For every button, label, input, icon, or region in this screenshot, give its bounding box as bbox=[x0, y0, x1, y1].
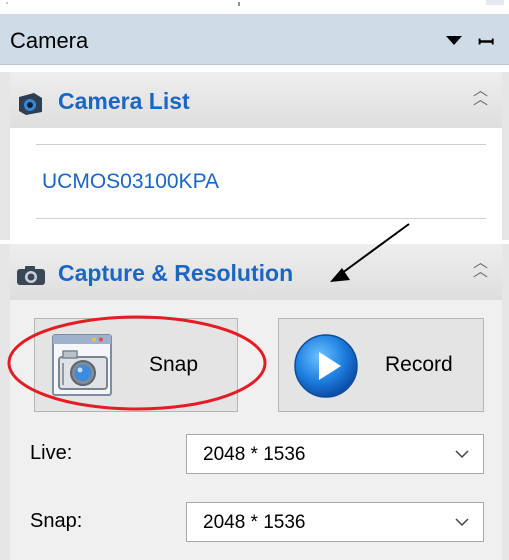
snap-button[interactable]: Snap bbox=[34, 318, 238, 412]
divider bbox=[36, 218, 486, 219]
live-resolution-select[interactable]: 2048 * 1536 bbox=[186, 434, 484, 474]
panel-title: Camera bbox=[10, 28, 89, 53]
camera-list-header[interactable]: Camera List ︿ ︿ bbox=[10, 72, 502, 128]
collapse-icon[interactable]: ︿ ︿ bbox=[473, 83, 488, 107]
record-button[interactable]: Record bbox=[278, 318, 484, 412]
camera-icon bbox=[17, 266, 45, 285]
pin-icon[interactable]: ꟷ bbox=[478, 28, 494, 55]
live-resolution-value: 2048 * 1536 bbox=[203, 444, 306, 465]
capture-resolution-panel: Capture & Resolution ︿ ︿ Snap Record Liv… bbox=[0, 244, 509, 560]
camera-panel-titlebar[interactable]: Camera ꟷ bbox=[0, 14, 509, 65]
dropdown-arrow-icon[interactable] bbox=[446, 36, 462, 45]
record-play-icon bbox=[294, 334, 358, 398]
camera-list-panel: Camera List ︿ ︿ UCMOS03100KPA bbox=[0, 72, 509, 240]
snap-button-label: Snap bbox=[149, 353, 199, 376]
snap-resolution-label: Snap: bbox=[30, 510, 83, 532]
capture-resolution-header[interactable]: Capture & Resolution ︿ ︿ bbox=[10, 244, 502, 300]
divider bbox=[36, 144, 486, 145]
record-button-label: Record bbox=[385, 353, 453, 376]
camera-list-item[interactable]: UCMOS03100KPA bbox=[42, 170, 219, 194]
snap-resolution-value: 2048 * 1536 bbox=[203, 512, 306, 533]
camera-list-body: UCMOS03100KPA bbox=[10, 128, 502, 240]
edge-mark bbox=[6, 2, 8, 4]
top-edge-strip bbox=[0, 0, 509, 14]
capture-resolution-title: Capture & Resolution bbox=[58, 260, 294, 286]
camera-icon bbox=[19, 93, 42, 115]
collapse-icon[interactable]: ︿ ︿ bbox=[473, 255, 488, 279]
snap-resolution-select[interactable]: 2048 * 1536 bbox=[186, 502, 484, 542]
live-resolution-label: Live: bbox=[30, 442, 73, 464]
edge-mark bbox=[238, 2, 240, 6]
chevron-down-icon bbox=[455, 518, 469, 527]
edge-mark bbox=[486, 0, 504, 5]
camera-list-title: Camera List bbox=[58, 88, 190, 114]
snap-camera-icon bbox=[52, 334, 112, 396]
chevron-down-icon bbox=[455, 450, 469, 459]
